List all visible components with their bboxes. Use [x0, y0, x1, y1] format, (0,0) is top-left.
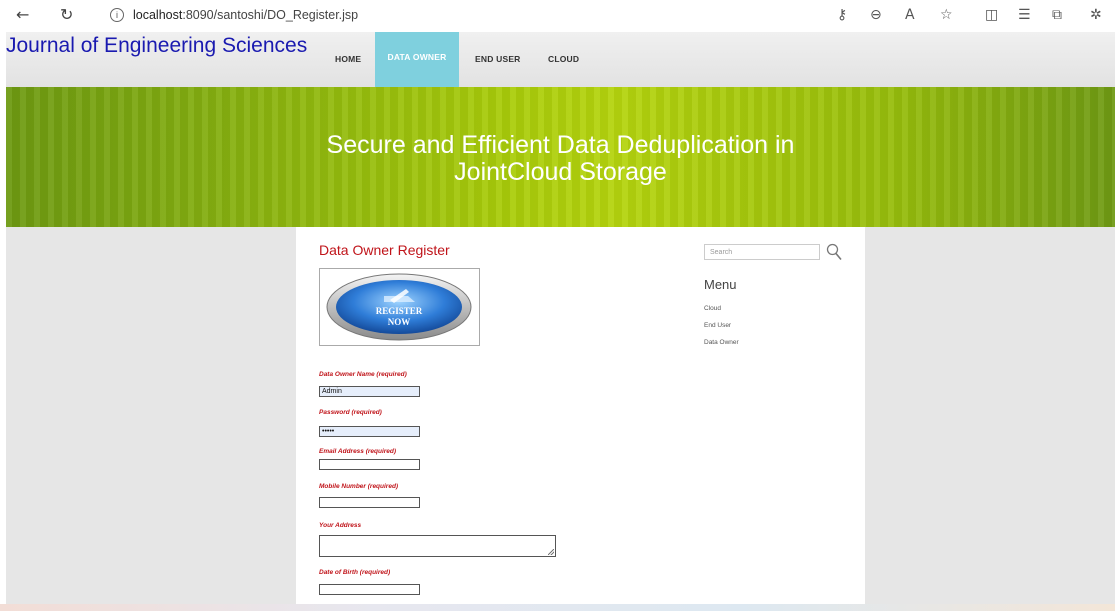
site-title-line-1: Secure and Efficient Data Deduplication … [326, 131, 795, 159]
back-arrow-icon[interactable]: ← [16, 6, 29, 24]
mobile-input[interactable] [319, 497, 420, 508]
search-input[interactable]: Search [704, 244, 820, 260]
dob-label: Date of Birth (required) [319, 569, 391, 576]
email-label: Email Address (required) [319, 448, 397, 455]
url-host: localhost [133, 8, 183, 22]
address-bar[interactable]: localhost:8090/santoshi/DO_Register.jsp [133, 8, 358, 22]
menu-heading: Menu [704, 277, 737, 292]
main-content: Data Owner Register REGISTER NOW Data Ow… [296, 227, 865, 604]
nav-cloud[interactable]: CLOUD [548, 54, 579, 64]
browser-toolbar: ← ↻ i localhost:8090/santoshi/DO_Registe… [0, 0, 1115, 32]
form-title: Data Owner Register [319, 242, 450, 258]
menu-item-end-user[interactable]: End User [704, 322, 731, 329]
mobile-label: Mobile Number (required) [319, 483, 399, 490]
nav-home[interactable]: HOME [335, 54, 361, 64]
search-icon[interactable] [826, 243, 842, 261]
password-input[interactable]: ••••• [319, 426, 420, 437]
reload-icon[interactable]: ↻ [60, 6, 73, 24]
password-label: Password (required) [319, 409, 382, 416]
read-aloud-icon[interactable]: A [905, 7, 915, 23]
web-page: HOME DATA OWNER END USER CLOUD Secure an… [6, 32, 1115, 604]
address-textarea[interactable] [319, 535, 556, 557]
url-path: :8090/santoshi/DO_Register.jsp [182, 8, 359, 22]
header-banner: Secure and Efficient Data Deduplication … [6, 87, 1115, 227]
resize-grip-icon[interactable] [548, 549, 554, 555]
extensions-icon[interactable]: ✲ [1090, 7, 1102, 23]
owner-name-label: Data Owner Name (required) [319, 371, 407, 378]
split-screen-icon[interactable]: ◫ [985, 7, 998, 23]
info-icon[interactable]: i [110, 8, 124, 22]
zoom-out-icon[interactable]: ⊖ [870, 7, 882, 23]
site-title: Secure and Efficient Data Deduplication … [6, 132, 1115, 186]
register-now-image: REGISTER NOW [319, 268, 480, 346]
dob-input[interactable] [319, 584, 420, 595]
now-text: NOW [388, 317, 411, 327]
favorites-list-icon[interactable]: ☰ [1018, 7, 1031, 23]
register-text: REGISTER [376, 306, 423, 316]
key-icon[interactable]: ⚷ [837, 7, 847, 23]
collections-icon[interactable]: ⧉ [1052, 7, 1062, 23]
favorite-star-icon[interactable]: ☆ [940, 7, 953, 23]
nav-data-owner[interactable]: DATA OWNER [375, 32, 459, 87]
menu-item-data-owner[interactable]: Data Owner [704, 339, 739, 346]
site-title-line-2: JointCloud Storage [454, 158, 667, 186]
menu-item-cloud[interactable]: Cloud [704, 305, 721, 312]
journal-title: Journal of Engineering Sciences [6, 34, 308, 57]
email-input[interactable] [319, 459, 420, 470]
bottom-strip [0, 604, 1115, 611]
nav-end-user[interactable]: END USER [475, 54, 521, 64]
owner-name-input[interactable]: Admin [319, 386, 420, 397]
address-label: Your Address [319, 522, 362, 529]
